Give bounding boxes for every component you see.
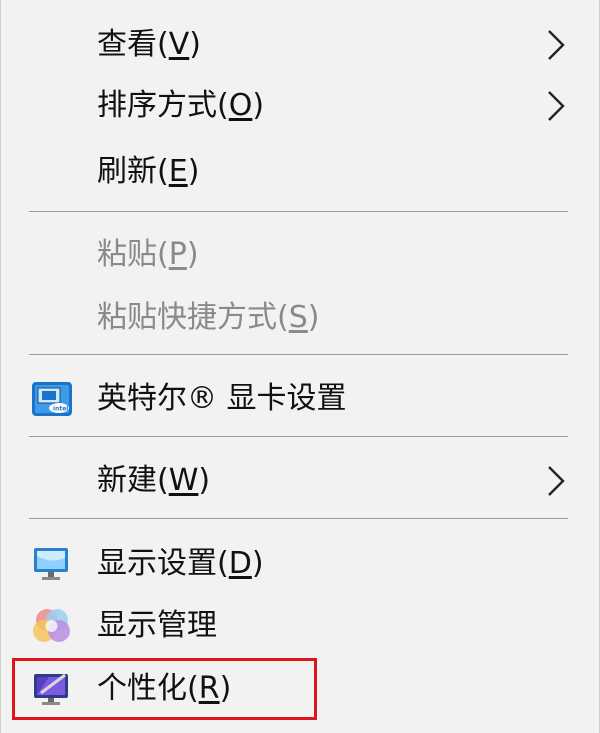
chevron-right-icon — [548, 91, 565, 121]
menu-item-paste: 粘贴(P) — [1, 226, 600, 284]
menu-separator — [29, 354, 568, 355]
menu-item-label: 粘贴(P) — [97, 237, 199, 272]
menu-item-label: 排序方式(O) — [97, 88, 265, 123]
display-settings-icon — [34, 548, 68, 580]
menu-separator — [29, 518, 568, 519]
personalize-icon — [34, 673, 68, 705]
menu-item-view[interactable]: 查看(V) — [1, 16, 600, 74]
menu-item-label: 个性化(R) — [97, 671, 232, 706]
menu-item-sort[interactable]: 排序方式(O) — [1, 77, 600, 135]
chevron-right-icon — [548, 466, 565, 496]
intel-graphics-icon: intel — [32, 382, 72, 416]
desktop-context-menu: 查看(V) 排序方式(O) 刷新(E) 粘贴(P) 粘贴快捷方式(S) inte… — [0, 0, 600, 733]
chevron-right-icon — [548, 30, 565, 60]
svg-text:intel: intel — [53, 406, 68, 413]
menu-item-intel-graphics[interactable]: intel 英特尔® 显卡设置 — [1, 370, 600, 428]
menu-separator — [29, 436, 568, 437]
menu-item-label: 显示管理 — [97, 608, 217, 643]
menu-item-label: 新建(W) — [97, 463, 211, 498]
menu-item-display-settings[interactable]: 显示设置(D) — [1, 535, 600, 593]
menu-item-label: 刷新(E) — [97, 154, 200, 189]
menu-item-display-manage[interactable]: 显示管理 — [1, 597, 600, 655]
menu-item-new[interactable]: 新建(W) — [1, 452, 600, 510]
menu-item-refresh[interactable]: 刷新(E) — [1, 143, 600, 201]
menu-item-label: 查看(V) — [97, 27, 201, 62]
menu-item-personalize[interactable]: 个性化(R) — [1, 660, 600, 718]
menu-item-label: 粘贴快捷方式(S) — [97, 300, 320, 335]
menu-separator — [29, 211, 568, 212]
menu-item-label: 显示设置(D) — [97, 546, 264, 581]
menu-item-paste-shortcut: 粘贴快捷方式(S) — [1, 289, 600, 347]
color-circles-icon — [33, 609, 70, 642]
menu-item-label: 英特尔® 显卡设置 — [97, 381, 347, 416]
